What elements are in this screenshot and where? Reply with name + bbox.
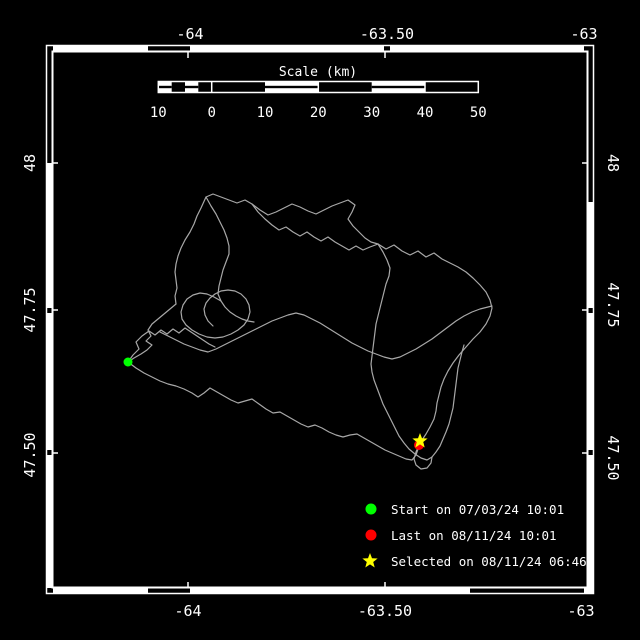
axis-label-right-1: 47.75 [604, 282, 622, 327]
frame-band [53, 46, 148, 52]
plot-background [0, 0, 640, 640]
legend-row-selected: Selected on 08/11/24 06:46 [362, 553, 586, 569]
scale-bar-stripe [158, 86, 171, 88]
axis-label-left-1: 47.75 [21, 287, 39, 332]
scale-tick-label: 30 [363, 105, 380, 121]
legend-row-start: Start on 07/03/24 10:01 [366, 502, 565, 517]
frame-band [46, 163, 52, 308]
legend-selected-label: Selected on 08/11/24 06:46 [391, 554, 587, 569]
axis-label-bottom-0: -64 [174, 602, 201, 620]
frame-band [588, 313, 594, 450]
frame-band [46, 455, 52, 588]
scale-bar-stripe [265, 86, 318, 88]
axis-label-left-2: 47.50 [21, 432, 39, 477]
scale-tick-label: 50 [470, 105, 487, 121]
start-dot-icon [366, 504, 377, 515]
frame-band [588, 202, 594, 308]
frame-band [390, 46, 584, 52]
scale-tick-label: 20 [310, 105, 327, 121]
legend-start-label: Start on 07/03/24 10:01 [391, 502, 564, 517]
frame-band [190, 588, 470, 594]
frame-band [584, 588, 594, 594]
scale-tick-label: 10 [150, 105, 167, 121]
legend: Start on 07/03/24 10:01 Last on 08/11/24… [362, 502, 586, 569]
axis-label-right-0: 48 [604, 154, 622, 172]
frame-band [46, 313, 52, 450]
last-dot-icon [366, 530, 377, 541]
scale-tick-label: 0 [207, 105, 215, 121]
start-marker[interactable] [124, 358, 133, 367]
tracking-plot: -64 -63.50 -63 -64 -63.50 -63 48 47.75 4… [0, 0, 640, 640]
scale-tick-label: 10 [257, 105, 274, 121]
axis-label-top-0: -64 [176, 25, 203, 43]
frame-band [53, 588, 148, 594]
legend-last-label: Last on 08/11/24 10:01 [391, 528, 557, 543]
scale-bar-title: Scale (km) [279, 65, 357, 80]
axis-label-left-0: 48 [21, 154, 39, 172]
axis-label-bottom-2: -63 [567, 602, 594, 620]
axis-label-right-2: 47.50 [604, 435, 622, 480]
scale-bar-stripe [372, 86, 425, 88]
scale-tick-label: 40 [417, 105, 434, 121]
legend-row-last: Last on 08/11/24 10:01 [366, 528, 557, 543]
axis-label-bottom-1: -63.50 [358, 602, 412, 620]
axis-label-top-2: -63 [570, 25, 597, 43]
axis-label-top-1: -63.50 [360, 25, 414, 43]
frame-band [588, 455, 594, 588]
scale-bar-stripe [185, 86, 198, 88]
frame-band [190, 46, 384, 52]
